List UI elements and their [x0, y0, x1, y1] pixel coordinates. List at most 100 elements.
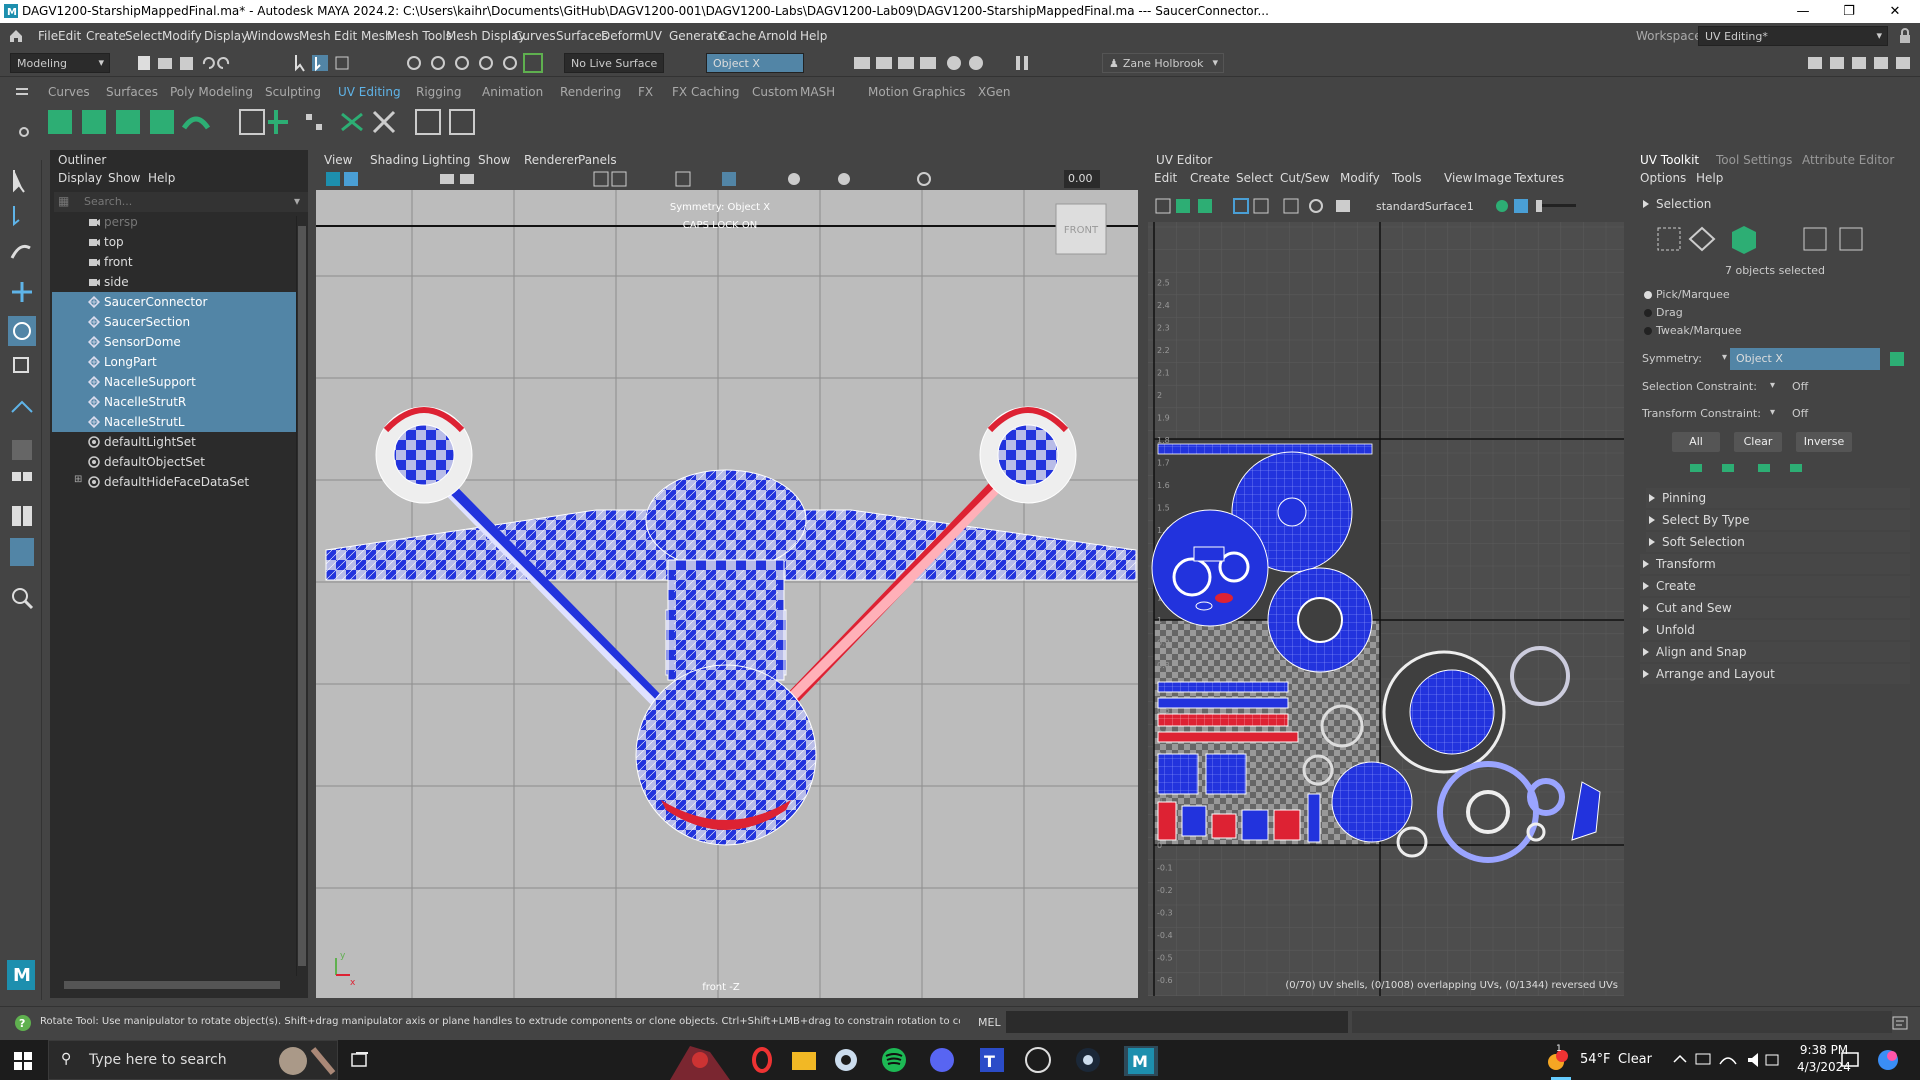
shelf-tab-surfaces[interactable]: Surfaces	[106, 85, 158, 99]
uv-shelf-tools[interactable]	[44, 106, 504, 138]
outliner-item[interactable]: NacelleSupport	[52, 372, 296, 392]
menu-curves[interactable]: Curves	[514, 29, 556, 43]
user-account-dropdown[interactable]: ♟ Zane Holbrook ▾	[1102, 53, 1224, 73]
menu-generate[interactable]: Generate	[669, 29, 725, 43]
shelf-tab-rendering[interactable]: Rendering	[560, 85, 621, 99]
restore-button[interactable]: ❐	[1826, 0, 1872, 23]
menu-cache[interactable]: Cache	[719, 29, 756, 43]
selection-mask-icons[interactable]	[292, 53, 552, 73]
uv-toolbar-icons-right[interactable]	[1492, 196, 1622, 216]
outliner-item[interactable]: NacelleStrutL	[52, 412, 296, 432]
outliner-item[interactable]: SaucerConnector	[52, 292, 296, 312]
toolkit-section-align-and-snap[interactable]: Align and Snap	[1640, 642, 1910, 662]
uv-canvas[interactable]: 2.52.42.32.22.121.91.81.71.61.51.41.31.2…	[1148, 222, 1624, 996]
uv-toolbar-icons[interactable]	[1154, 196, 1374, 216]
menu-deform[interactable]: Deform	[601, 29, 646, 43]
selection-tool-icons[interactable]	[1686, 460, 1866, 476]
uv-menu-create[interactable]: Create	[1190, 171, 1230, 185]
copilot-icon[interactable]	[1876, 1048, 1900, 1072]
grid-toggle-icon[interactable]	[1888, 350, 1906, 368]
menu-display[interactable]: Display	[204, 29, 248, 43]
layout-icons[interactable]	[1806, 54, 1916, 72]
toolkit-section-cut-and-sew[interactable]: Cut and Sew	[1640, 598, 1910, 618]
toolkit-tab-attribute-editor[interactable]: Attribute Editor	[1802, 153, 1894, 167]
inverse-selection-button[interactable]: Inverse	[1796, 432, 1852, 452]
toolkit-symmetry-field[interactable]: Object X	[1730, 348, 1880, 370]
toolkit-subsection-pinning[interactable]: Pinning	[1646, 488, 1910, 508]
toolkit-menu-options[interactable]: Options	[1640, 171, 1686, 185]
outliner-item[interactable]: side	[52, 272, 296, 292]
menuset-dropdown[interactable]: Modeling ▾	[10, 53, 110, 73]
toolkit-section-arrange-and-layout[interactable]: Arrange and Layout	[1640, 664, 1910, 684]
toolkit-menu-help[interactable]: Help	[1696, 171, 1723, 185]
shelf-tab-custom[interactable]: Custom	[752, 85, 798, 99]
selection-section-header[interactable]: Selection	[1640, 194, 1910, 214]
selection-constraint-value[interactable]: Off	[1792, 380, 1808, 393]
shelf-tab-curves[interactable]: Curves	[48, 85, 90, 99]
outliner-search[interactable]: ▦ Search... ▾	[54, 192, 308, 212]
workspace-dropdown[interactable]: UV Editing* ▾	[1698, 26, 1888, 46]
view-cube[interactable]: FRONT	[1055, 203, 1107, 255]
shelf-tab-uv-editing[interactable]: UV Editing	[338, 85, 401, 99]
selection-mode-option[interactable]: Pick/Marquee	[1644, 288, 1844, 304]
outliner-item[interactable]: front	[52, 252, 296, 272]
shelf-tab-mash[interactable]: MASH	[800, 85, 835, 99]
outliner-item[interactable]: defaultObjectSet	[52, 452, 296, 472]
shelf-tab-animation[interactable]: Animation	[482, 85, 543, 99]
outliner-item[interactable]: SaucerSection	[52, 312, 296, 332]
windows-start-icon[interactable]	[14, 1052, 32, 1070]
viewport-menu-shading[interactable]: Shading	[370, 153, 419, 167]
selection-mode-icons[interactable]	[1656, 222, 1896, 256]
gear-icon[interactable]	[14, 106, 34, 140]
outliner-item[interactable]: ⊞ defaultHideFaceDataSet	[52, 472, 296, 492]
uv-menu-tools[interactable]: Tools	[1392, 171, 1422, 185]
uv-menu-cut-sew[interactable]: Cut/Sew	[1280, 171, 1330, 185]
selection-mode-option[interactable]: Tweak/Marquee	[1644, 324, 1844, 340]
outliner-item[interactable]: NacelleStrutR	[52, 392, 296, 412]
menu-uv[interactable]: UV	[645, 29, 662, 43]
pinned-apps[interactable]: T M	[748, 1046, 1168, 1076]
menu-icon[interactable]	[16, 88, 28, 96]
toolkit-tab-tool-settings[interactable]: Tool Settings	[1716, 153, 1792, 167]
menu-windows[interactable]: Windows	[246, 29, 300, 43]
uv-menu-image[interactable]: Image	[1474, 171, 1512, 185]
toolkit-subsection-soft-selection[interactable]: Soft Selection	[1646, 532, 1910, 552]
viewport-exposure-field[interactable]: 0.00	[1064, 170, 1100, 188]
menu-file[interactable]: File	[38, 29, 58, 43]
menu-help[interactable]: Help	[800, 29, 827, 43]
close-button[interactable]: ✕	[1872, 0, 1918, 23]
file-tools-icons[interactable]	[136, 54, 286, 72]
outliner-item[interactable]: LongPart	[52, 352, 296, 372]
minimize-button[interactable]: —	[1780, 0, 1826, 23]
uv-menu-edit[interactable]: Edit	[1154, 171, 1177, 185]
viewport-menu-view[interactable]: View	[324, 153, 352, 167]
shelf-tab-rigging[interactable]: Rigging	[416, 85, 461, 99]
shelf-tab-xgen[interactable]: XGen	[978, 85, 1011, 99]
uv-menu-textures[interactable]: Textures	[1514, 171, 1564, 185]
shelf-tab-sculpting[interactable]: Sculpting	[265, 85, 321, 99]
menu-mesh[interactable]: Mesh	[299, 29, 331, 43]
render-tools-icons[interactable]	[852, 53, 1052, 73]
shelf-tab-fx-caching[interactable]: FX Caching	[672, 85, 739, 99]
viewport-menu-panels[interactable]: Panels	[578, 153, 617, 167]
lock-icon[interactable]	[1898, 28, 1912, 44]
symmetry-field[interactable]: Object X	[706, 53, 804, 73]
toolkit-section-transform[interactable]: Transform	[1640, 554, 1910, 574]
home-icon[interactable]	[8, 28, 24, 44]
select-all-button[interactable]: All	[1672, 432, 1720, 452]
system-tray-icons[interactable]	[1670, 1050, 1780, 1070]
panel-toolbar-icons[interactable]	[324, 170, 1014, 190]
toolkit-section-create[interactable]: Create	[1640, 576, 1910, 596]
menu-edit-mesh[interactable]: Edit Mesh	[334, 29, 393, 43]
uv-menu-view[interactable]: View	[1444, 171, 1472, 185]
menu-arnold[interactable]: Arnold	[758, 29, 797, 43]
menu-create[interactable]: Create	[86, 29, 126, 43]
outliner-menu-help[interactable]: Help	[148, 171, 175, 185]
notifications-icon[interactable]	[1840, 1050, 1860, 1070]
toolkit-subsection-select-by-type[interactable]: Select By Type	[1646, 510, 1910, 530]
weather-icon[interactable]	[1542, 1048, 1568, 1074]
mel-label[interactable]: MEL	[978, 1016, 1001, 1029]
viewport-menu-lighting[interactable]: Lighting	[422, 153, 471, 167]
outliner-vscroll[interactable]	[296, 216, 306, 976]
outliner-item[interactable]: top	[52, 232, 296, 252]
